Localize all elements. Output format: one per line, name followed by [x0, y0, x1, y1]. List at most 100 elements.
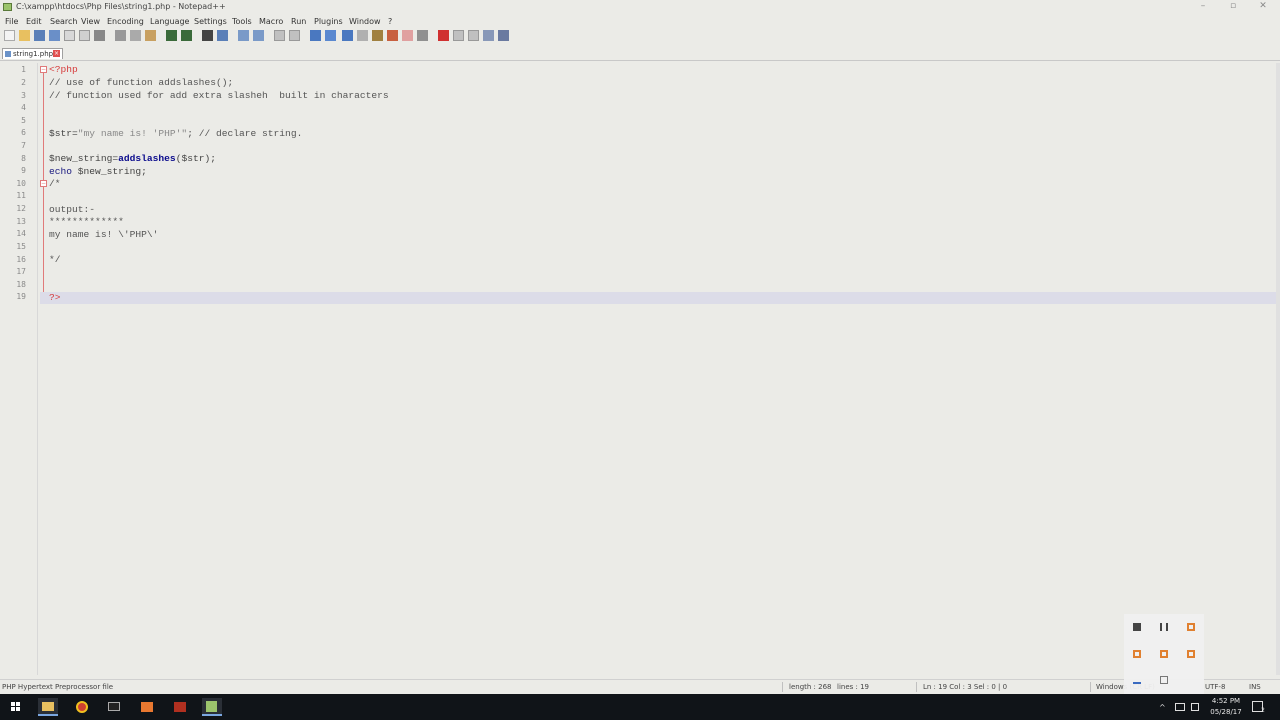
- menu-macro[interactable]: Macro: [259, 17, 283, 26]
- line-number-gutter: 1 2 3 4 5 6 7 8 9 10 11 12 13 14 15 16 1…: [0, 63, 38, 675]
- find-icon[interactable]: [202, 30, 213, 41]
- file-explorer-icon[interactable]: [38, 698, 58, 716]
- line-number: 16: [16, 255, 26, 264]
- close-tab-icon[interactable]: ×: [53, 50, 60, 57]
- paste-icon[interactable]: [145, 30, 156, 41]
- code-string: "my name is! 'PHP'": [77, 128, 188, 139]
- fold-margin: [37, 63, 38, 675]
- panel-button-icon[interactable]: [1133, 650, 1141, 658]
- stop-icon[interactable]: [1133, 623, 1141, 631]
- panel-button-icon[interactable]: [1133, 676, 1141, 684]
- menu-bar: File Edit Search View Encoding Language …: [0, 15, 1280, 28]
- status-length: length : 268: [789, 683, 832, 691]
- status-insert-mode: INS: [1249, 683, 1261, 691]
- sync-vertical-icon[interactable]: [274, 30, 285, 41]
- taskbar: ^ 4:52 PM 05/28/17 2: [0, 694, 1280, 720]
- menu-search[interactable]: Search: [50, 17, 77, 26]
- tab-string1-php[interactable]: string1.php ×: [2, 48, 63, 59]
- menu-encoding[interactable]: Encoding: [107, 17, 144, 26]
- stop-macro-icon[interactable]: [453, 30, 464, 41]
- run-macro-multiple-icon[interactable]: [483, 30, 494, 41]
- zoom-out-icon[interactable]: [253, 30, 264, 41]
- minimize-button[interactable]: –: [1188, 0, 1218, 14]
- status-filetype: PHP Hypertext Preprocessor file: [2, 683, 114, 691]
- volume-icon[interactable]: [1191, 703, 1199, 711]
- status-lines: lines : 19: [837, 683, 869, 691]
- code-function: addslashes: [118, 153, 176, 164]
- line-number: 19: [16, 292, 26, 301]
- xampp-icon[interactable]: [137, 698, 157, 716]
- code-line: *************: [49, 216, 124, 227]
- sync-horizontal-icon[interactable]: [289, 30, 300, 41]
- panel-button-icon[interactable]: [1160, 650, 1168, 658]
- line-number: 4: [21, 103, 26, 112]
- chevron-up-icon[interactable]: ^: [1159, 703, 1166, 712]
- start-button-icon[interactable]: [6, 698, 26, 716]
- chrome-icon[interactable]: [72, 698, 92, 716]
- menu-language[interactable]: Language: [150, 17, 189, 26]
- vertical-scrollbar[interactable]: [1276, 63, 1280, 675]
- close-window-button[interactable]: ✕: [1248, 0, 1278, 14]
- code-line: $new_string=addslashes($str);: [49, 153, 216, 164]
- toolbar: [0, 29, 1280, 43]
- print-icon[interactable]: [94, 30, 105, 41]
- zoom-in-icon[interactable]: [238, 30, 249, 41]
- undo-icon[interactable]: [166, 30, 177, 41]
- code-variable: $new_string: [49, 153, 113, 164]
- notepadpp-taskbar-icon[interactable]: [202, 698, 222, 716]
- close-all-icon[interactable]: [79, 30, 90, 41]
- panel-button-icon[interactable]: [1187, 650, 1195, 658]
- close-file-icon[interactable]: [64, 30, 75, 41]
- user-language-icon[interactable]: [357, 30, 368, 41]
- replace-icon[interactable]: [217, 30, 228, 41]
- menu-view[interactable]: View: [81, 17, 100, 26]
- editor-area[interactable]: 1 2 3 4 5 6 7 8 9 10 11 12 13 14 15 16 1…: [0, 63, 1280, 675]
- save-icon[interactable]: [34, 30, 45, 41]
- line-number: 3: [21, 91, 26, 100]
- copy-icon[interactable]: [130, 30, 141, 41]
- function-list-icon[interactable]: [387, 30, 398, 41]
- clock-time[interactable]: 4:52 PM: [1206, 697, 1246, 705]
- status-divider: [916, 682, 917, 692]
- maximize-button[interactable]: ▫: [1218, 0, 1248, 14]
- cut-icon[interactable]: [115, 30, 126, 41]
- monitoring-icon[interactable]: [417, 30, 428, 41]
- menu-plugins[interactable]: Plugins: [314, 17, 343, 26]
- code-line: // use of function addslashes();: [49, 77, 234, 88]
- record-macro-icon[interactable]: [438, 30, 449, 41]
- network-icon[interactable]: [1175, 703, 1185, 711]
- open-file-icon[interactable]: [19, 30, 30, 41]
- menu-tools[interactable]: Tools: [232, 17, 252, 26]
- show-all-characters-icon[interactable]: [325, 30, 336, 41]
- menu-window[interactable]: Window: [349, 17, 381, 26]
- word-wrap-icon[interactable]: [310, 30, 321, 41]
- fold-toggle-icon[interactable]: −: [40, 180, 47, 187]
- status-bar: PHP Hypertext Preprocessor file length :…: [0, 679, 1280, 694]
- menu-help[interactable]: ?: [388, 17, 392, 26]
- menu-edit[interactable]: Edit: [26, 17, 42, 26]
- indent-guide-icon[interactable]: [342, 30, 353, 41]
- fold-toggle-icon[interactable]: −: [40, 66, 47, 73]
- filezilla-icon[interactable]: [170, 698, 190, 716]
- menu-file[interactable]: File: [5, 17, 18, 26]
- save-all-icon[interactable]: [49, 30, 60, 41]
- clock-date[interactable]: 05/28/17: [1206, 708, 1246, 716]
- redo-icon[interactable]: [181, 30, 192, 41]
- floating-control-panel: [1124, 614, 1204, 694]
- save-macro-icon[interactable]: [498, 30, 509, 41]
- folder-as-workspace-icon[interactable]: [402, 30, 413, 41]
- panel-button-icon[interactable]: [1187, 623, 1195, 631]
- pause-icon[interactable]: [1160, 623, 1168, 631]
- menu-run[interactable]: Run: [291, 17, 306, 26]
- play-macro-icon[interactable]: [468, 30, 479, 41]
- status-encoding: UTF-8: [1205, 683, 1226, 691]
- line-number: 5: [21, 116, 26, 125]
- line-number: 9: [21, 166, 26, 175]
- code-line: /*: [49, 178, 61, 189]
- terminal-icon[interactable]: [104, 698, 124, 716]
- line-number: 6: [21, 128, 26, 137]
- document-map-icon[interactable]: [372, 30, 383, 41]
- menu-settings[interactable]: Settings: [194, 17, 227, 26]
- new-file-icon[interactable]: [4, 30, 15, 41]
- panel-button-icon[interactable]: [1160, 676, 1168, 684]
